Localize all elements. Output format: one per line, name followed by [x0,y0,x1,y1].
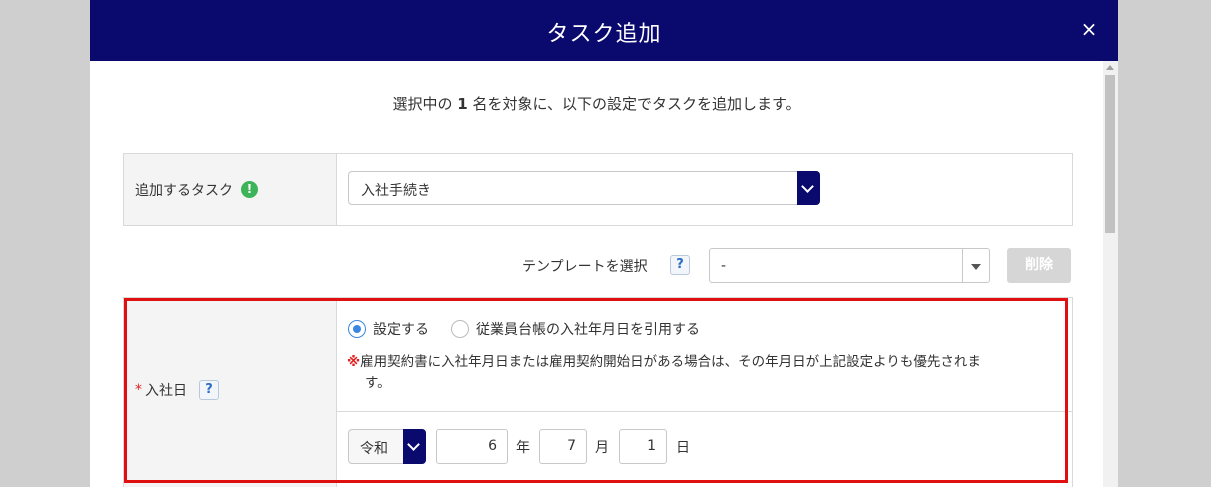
scroll-up-arrow-icon[interactable] [1106,65,1114,70]
hire-date-label-cell: * 入社日 ? [124,298,337,487]
template-help-icon[interactable]: ? [670,255,690,275]
task-label-cell: 追加するタスク ! [124,154,337,225]
template-select-divider [962,249,963,282]
inner-divider [337,411,1072,412]
intro-prefix: 選択中の [392,95,453,113]
task-label: 追加するタスク [135,182,233,199]
era-select-dropdown-button[interactable] [403,429,426,464]
chevron-down-icon [801,180,814,193]
delete-button[interactable]: 削除 [1007,248,1071,283]
era-select[interactable]: 令和 [348,429,426,464]
required-mark: * [135,382,142,398]
radio-set[interactable] [348,320,366,338]
scroll-thumb[interactable] [1105,75,1115,233]
task-select-value: 入社手続き [361,183,431,199]
template-label: テンプレートを選択 [522,259,648,275]
task-select[interactable]: 入社手続き [348,171,820,205]
day-unit: 日 [676,440,690,456]
hire-date-radio-group: 設定する 従業員台帳の入社年月日を引用する [348,319,700,339]
notice-line-2: す。 [365,375,391,391]
hire-date-value-cell: 設定する 従業員台帳の入社年月日を引用する ※雇用契約書に入社年月日または雇用契… [337,298,1072,487]
era-select-value: 令和 [360,441,388,457]
modal-title: タスク追加 [546,22,662,47]
month-unit: 月 [595,440,609,456]
hire-date-row: * 入社日 ? 設定する 従業員台帳の入社年月日を引用する ※雇用契約書に入社年… [123,297,1073,487]
template-select-value: - [721,258,727,274]
intro-text: 選択中の 1 名を対象に、以下の設定でタスクを追加します。 [90,93,1103,114]
info-icon[interactable]: ! [241,181,258,198]
notice-mark: ※ [347,354,361,370]
task-add-modal: タスク追加 × 選択中の 1 名を対象に、以下の設定でタスクを追加します。 追加… [90,0,1118,487]
template-select[interactable]: - [709,248,990,283]
selected-count: 1 [457,95,468,113]
year-unit: 年 [516,440,530,456]
task-value-cell: 入社手続き [337,154,1072,225]
day-input[interactable]: 1 [619,429,667,464]
triangle-down-icon[interactable] [971,264,981,270]
priority-notice: ※雇用契約書に入社年月日または雇用契約開始日がある場合は、その年月日が上記設定よ… [347,352,1041,394]
vertical-scrollbar[interactable] [1103,61,1118,487]
radio-set-label[interactable]: 設定する [373,319,429,339]
task-row: 追加するタスク ! 入社手続き [123,153,1073,226]
notice-line-1: 雇用契約書に入社年月日または雇用契約開始日がある場合は、その年月日が上記設定より… [360,354,981,370]
radio-quote-ledger[interactable] [451,320,469,338]
hire-date-label: 入社日 [145,383,187,399]
intro-suffix: 名を対象に、以下の設定でタスクを追加します。 [472,95,801,113]
radio-quote-ledger-label[interactable]: 従業員台帳の入社年月日を引用する [476,319,700,339]
modal-header: タスク追加 × [90,0,1118,61]
year-input[interactable]: 6 [436,429,508,464]
chevron-down-icon [407,438,420,451]
close-icon[interactable]: × [1076,16,1102,42]
month-input[interactable]: 7 [539,429,587,464]
task-select-dropdown-button[interactable] [797,171,820,205]
hire-date-help-icon[interactable]: ? [199,380,219,400]
